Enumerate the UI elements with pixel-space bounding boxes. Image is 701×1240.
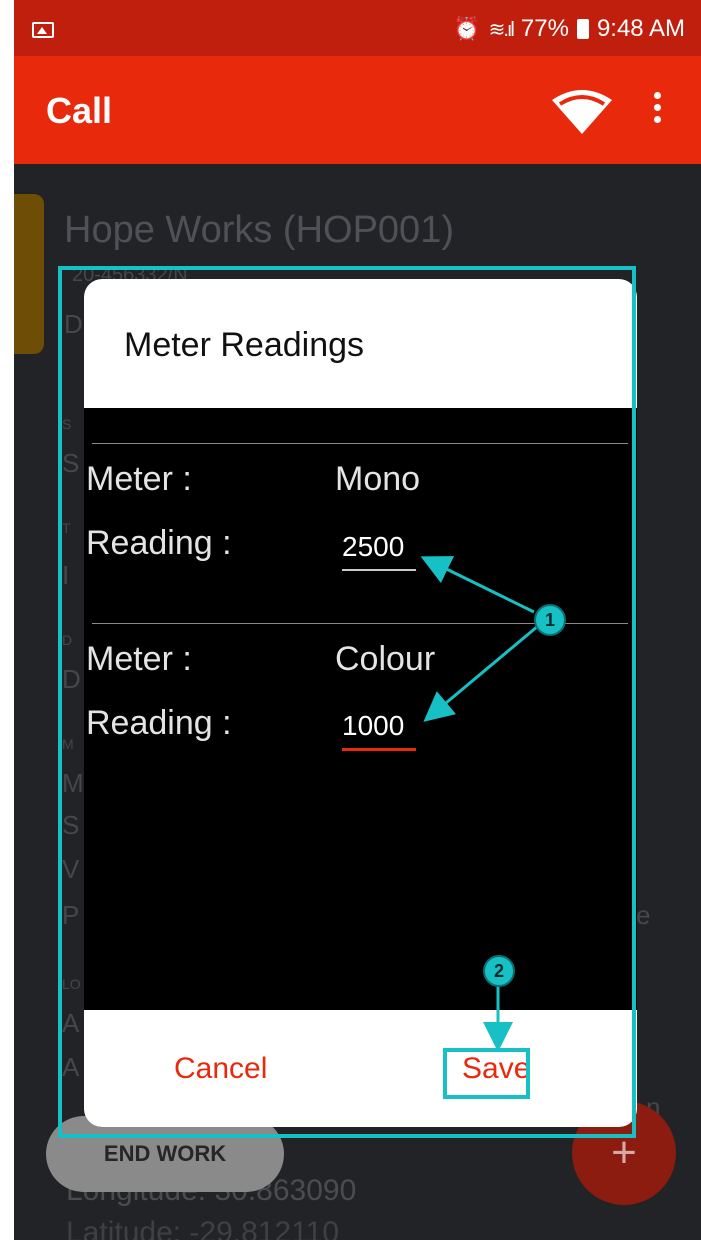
arrow-to-colour-reading — [423, 624, 539, 722]
callout-badge-2: 2 — [483, 955, 515, 987]
annotation-arrows — [420, 556, 539, 1052]
arrow-to-mono-reading — [420, 556, 535, 614]
callout-badge-1: 1 — [534, 604, 566, 636]
